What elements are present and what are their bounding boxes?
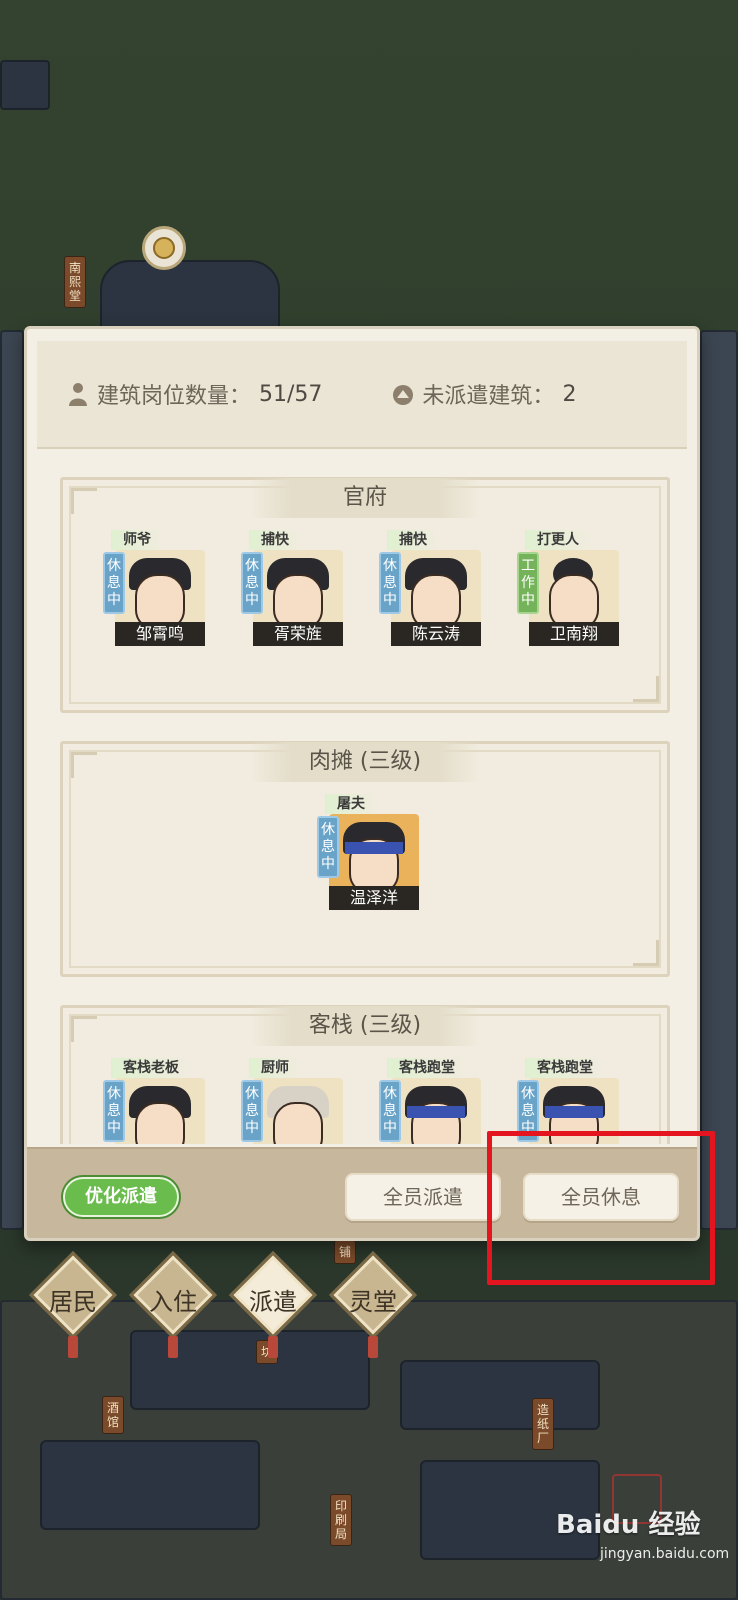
bottom-tabs: 居民 入住 派遣 灵堂	[29, 1251, 430, 1358]
unassigned-value: 2	[562, 381, 577, 407]
resident-card[interactable]: 客栈老板 休息中	[103, 1058, 205, 1144]
resident-name: 胥荣旌	[253, 622, 343, 646]
coin-marker-icon[interactable]	[142, 226, 186, 270]
resident-portrait	[115, 1078, 205, 1144]
resident-role: 捕快	[249, 530, 301, 550]
resident-role: 师爷	[111, 530, 163, 550]
stats-bar: 建筑岗位数量： 51/57 未派遣建筑： 2	[37, 341, 687, 449]
resident-name: 卫南翔	[529, 622, 619, 646]
building-card: 客栈 (三级) 客栈老板 休息中 厨师 休息中 客栈跑堂 休息中 客栈跑堂 休息…	[60, 1005, 670, 1144]
map-sign[interactable]: 造纸厂	[532, 1398, 554, 1450]
resident-card[interactable]: 师爷 休息中 邹霄鸣	[103, 530, 205, 646]
tab-label: 派遣	[249, 1288, 297, 1316]
map-building	[100, 260, 280, 330]
tab-memorial[interactable]: 灵堂	[329, 1251, 417, 1358]
building-title: 客栈 (三级)	[250, 1006, 480, 1046]
resident-card[interactable]: 厨师 休息中	[241, 1058, 343, 1144]
resident-card[interactable]: 打更人 工作中 卫南翔	[517, 530, 619, 646]
dispatch-all-button[interactable]: 全员派遣	[345, 1173, 501, 1221]
resident-role: 客栈老板	[111, 1058, 191, 1078]
resident-role: 客栈跑堂	[525, 1058, 605, 1078]
building-title: 官府	[250, 478, 480, 518]
status-badge: 休息中	[379, 1080, 401, 1142]
map-sign[interactable]: 印刷局	[330, 1494, 352, 1546]
map-building	[40, 1440, 260, 1530]
resident-role: 捕快	[387, 530, 439, 550]
unassigned-stat: 未派遣建筑： 2	[392, 378, 576, 410]
tab-checkin[interactable]: 入住	[129, 1251, 217, 1358]
map-building	[130, 1330, 370, 1410]
resident-role: 屠夫	[325, 794, 377, 814]
positions-stat: 建筑岗位数量： 51/57	[67, 378, 322, 410]
tab-label: 入住	[149, 1288, 197, 1316]
resident-role: 客栈跑堂	[387, 1058, 467, 1078]
map-building	[400, 1360, 600, 1430]
tab-label: 居民	[49, 1288, 97, 1316]
watermark-url: jingyan.baidu.com	[600, 1546, 730, 1562]
building-card: 官府 师爷 休息中 邹霄鸣 捕快 休息中 胥荣旌 捕快 休息中 陈云涛 打更人 …	[60, 477, 670, 713]
resident-name: 邹霄鸣	[115, 622, 205, 646]
watermark-brand: Baidu 经验	[556, 1510, 701, 1540]
unassigned-label: 未派遣建筑：	[422, 384, 555, 409]
resident-card[interactable]: 捕快 休息中 胥荣旌	[241, 530, 343, 646]
highlight-box	[487, 1131, 715, 1285]
status-badge: 工作中	[517, 552, 539, 614]
optimize-dispatch-button[interactable]: 优化派遣	[63, 1177, 179, 1217]
map-sign[interactable]: 南熙堂	[64, 256, 86, 308]
tab-residents[interactable]: 居民	[29, 1251, 117, 1358]
status-badge: 休息中	[379, 552, 401, 614]
building-title: 肉摊 (三级)	[250, 742, 480, 782]
resident-card[interactable]: 屠夫 休息中 温泽洋	[317, 794, 419, 910]
map-building	[0, 60, 50, 110]
dispatch-panel: 建筑岗位数量： 51/57 未派遣建筑： 2 官府 师爷 休息中 邹霄鸣 捕快 …	[24, 326, 700, 1241]
building-card: 肉摊 (三级) 屠夫 休息中 温泽洋	[60, 741, 670, 977]
resident-name: 温泽洋	[329, 886, 419, 910]
worker-icon	[69, 383, 87, 406]
building-icon	[393, 385, 414, 405]
tab-label: 灵堂	[349, 1288, 397, 1316]
resident-portrait	[391, 1078, 481, 1144]
resident-portrait	[253, 1078, 343, 1144]
status-badge: 休息中	[241, 1080, 263, 1142]
building-list[interactable]: 官府 师爷 休息中 邹霄鸣 捕快 休息中 胥荣旌 捕快 休息中 陈云涛 打更人 …	[27, 461, 697, 1144]
map-building	[700, 330, 738, 1230]
resident-card[interactable]: 捕快 休息中 陈云涛	[379, 530, 481, 646]
map-sign[interactable]: 酒馆	[102, 1396, 124, 1434]
map-building	[0, 330, 24, 1230]
resident-name: 陈云涛	[391, 622, 481, 646]
status-badge: 休息中	[103, 552, 125, 614]
positions-label: 建筑岗位数量：	[97, 384, 252, 409]
status-badge: 休息中	[317, 816, 339, 878]
positions-value: 51/57	[259, 381, 323, 407]
status-badge: 休息中	[241, 552, 263, 614]
resident-role: 厨师	[249, 1058, 301, 1078]
tab-dispatch[interactable]: 派遣	[229, 1251, 317, 1358]
resident-role: 打更人	[525, 530, 591, 550]
resident-card[interactable]: 客栈跑堂 休息中	[379, 1058, 481, 1144]
status-badge: 休息中	[103, 1080, 125, 1142]
